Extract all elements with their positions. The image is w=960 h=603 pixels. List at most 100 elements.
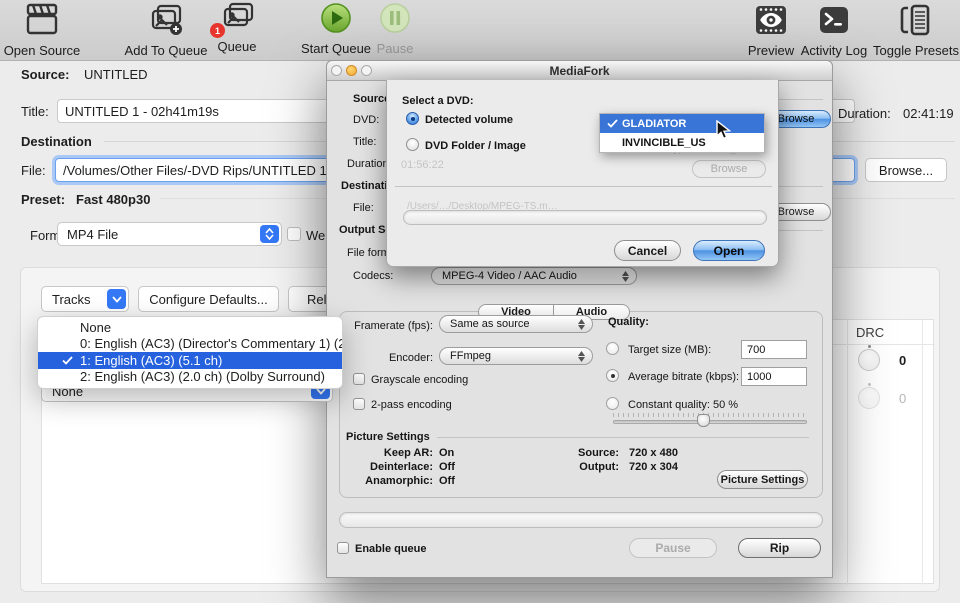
- drc-dial-2[interactable]: [858, 387, 880, 409]
- cancel-button[interactable]: Cancel: [614, 240, 681, 261]
- deinterlace-value: Off: [439, 461, 455, 473]
- drc-dial-1[interactable]: [858, 349, 880, 371]
- browse-button[interactable]: Browse...: [865, 158, 947, 182]
- quality-slider-ticks: [613, 413, 807, 417]
- queue-badge: 1: [210, 23, 225, 38]
- pause-icon: [379, 2, 411, 36]
- keep-ar-value: On: [439, 447, 454, 459]
- presets-panel-icon: [899, 4, 933, 38]
- main-duration-value: 02:41:19: [903, 106, 954, 121]
- start-queue-label: Start Queue: [300, 41, 372, 56]
- dvd-folder-radio[interactable]: [406, 138, 419, 151]
- tracks-menu-item[interactable]: 0: English (AC3) (Director's Commentary …: [38, 336, 342, 352]
- keep-ar-label: Keep AR:: [327, 447, 433, 459]
- dvd-menu-item-label: GLADIATOR: [622, 118, 686, 130]
- tracks-menu-item[interactable]: 2: English (AC3) (2.0 ch) (Dolby Surroun…: [38, 369, 342, 385]
- start-queue-button[interactable]: Start Queue: [300, 2, 372, 56]
- deinterlace-label: Deinterlace:: [327, 461, 433, 473]
- rip-progress-bar: [339, 512, 823, 528]
- sheet-browse-button: Browse: [692, 160, 766, 178]
- configure-defaults-button[interactable]: Configure Defaults...: [138, 286, 279, 312]
- dvd-menu-item[interactable]: INVINCIBLE_US: [600, 133, 764, 152]
- preset-label: Preset:: [21, 192, 65, 207]
- open-source-button[interactable]: Open Source: [2, 2, 82, 58]
- picture-settings-divider: [437, 437, 809, 438]
- target-size-label: Target size (MB):: [628, 344, 711, 356]
- dvd-folder-label: DVD Folder / Image: [425, 140, 526, 152]
- constant-quality-radio[interactable]: [606, 397, 619, 410]
- web-checkbox[interactable]: [287, 227, 301, 241]
- mouse-cursor: [716, 120, 731, 141]
- dlg-codecs-popup[interactable]: MPEG-4 Video / AAC Audio: [431, 267, 637, 285]
- quality-label: Quality:: [608, 316, 649, 328]
- tracks-menu-item[interactable]: None: [38, 320, 342, 336]
- framerate-popup[interactable]: Same as source: [439, 315, 593, 333]
- dlg-codecs-value: MPEG-4 Video / AAC Audio: [442, 270, 577, 282]
- constant-quality-label: Constant quality: 50 %: [628, 399, 738, 411]
- main-duration-label: Duration:: [838, 106, 891, 121]
- detected-volume-label: Detected volume: [425, 114, 513, 126]
- drc-value-1: 0: [899, 353, 906, 368]
- preview-button[interactable]: Preview: [743, 4, 799, 58]
- dlg-dvd-label: DVD:: [353, 114, 379, 126]
- preview-label: Preview: [743, 43, 799, 58]
- drc-dial-notch-2: [868, 383, 871, 386]
- preset-value: Fast 480p30: [76, 192, 150, 207]
- picture-settings-button[interactable]: Picture Settings: [717, 470, 808, 489]
- twopass-checkbox[interactable]: [353, 398, 365, 410]
- grayscale-label: Grayscale encoding: [371, 374, 468, 386]
- sheet-progress-bar: [403, 210, 767, 225]
- mediafork-dialog: MediaFork Source DVD: Browse Title: Dura…: [326, 60, 833, 578]
- twopass-label: 2-pass encoding: [371, 399, 452, 411]
- encoder-stepper-icon: [578, 348, 585, 364]
- grayscale-checkbox[interactable]: [353, 373, 365, 385]
- sheet-divider: [395, 186, 772, 187]
- tracks-menu: None 0: English (AC3) (Director's Commen…: [37, 316, 343, 389]
- quality-slider-thumb[interactable]: [697, 414, 710, 427]
- format-popup[interactable]: MP4 File: [57, 222, 282, 246]
- activity-log-button[interactable]: Activity Log: [800, 4, 868, 58]
- toolbar: Open Source Add To Queue 1 Queue Start Q…: [0, 0, 960, 61]
- target-size-radio[interactable]: [606, 342, 619, 355]
- queue-button[interactable]: 1 Queue: [213, 2, 261, 54]
- dialog-titlebar[interactable]: MediaFork: [327, 61, 832, 81]
- source-label: Source:: [21, 67, 69, 82]
- dlg-source-section: Source: [353, 93, 390, 105]
- encoder-value: FFmpeg: [450, 350, 491, 362]
- activity-log-label: Activity Log: [800, 43, 868, 58]
- framerate-value: Same as source: [450, 318, 529, 330]
- quality-slider-track[interactable]: [613, 420, 807, 424]
- preview-icon: [753, 4, 789, 38]
- checkmark-icon: [62, 356, 73, 365]
- average-bitrate-field[interactable]: 1000: [741, 367, 807, 386]
- detected-volume-radio[interactable]: [406, 112, 419, 125]
- add-to-queue-button[interactable]: Add To Queue: [120, 2, 212, 58]
- pause-button: Pause: [372, 2, 418, 56]
- screen: Open Source Add To Queue 1 Queue Start Q…: [0, 0, 960, 603]
- enable-queue-checkbox[interactable]: [337, 542, 349, 554]
- tracks-menu-item-selected[interactable]: 1: English (AC3) (5.1 ch): [38, 352, 342, 369]
- drc-dial-notch-1: [868, 345, 871, 348]
- dvd-menu-item-selected[interactable]: GLADIATOR: [600, 114, 764, 133]
- average-bitrate-radio[interactable]: [606, 369, 619, 382]
- destination-header: Destination: [21, 134, 92, 149]
- toggle-presets-label: Toggle Presets: [872, 43, 960, 58]
- source-dim-label: Source:: [537, 447, 619, 459]
- encoder-popup[interactable]: FFmpeg: [439, 347, 593, 365]
- format-value: MP4 File: [58, 227, 118, 242]
- table-column-divider-2: [922, 320, 923, 585]
- output-dim-label: Output:: [537, 461, 619, 473]
- file-label: File:: [21, 163, 46, 178]
- table-column-divider: [847, 320, 848, 585]
- toggle-presets-button[interactable]: Toggle Presets: [872, 4, 960, 58]
- checkmark-icon: [607, 119, 618, 128]
- tracks-popup-button[interactable]: Tracks: [41, 286, 129, 312]
- title-label: Title:: [21, 104, 49, 119]
- open-button[interactable]: Open: [693, 240, 765, 261]
- tracks-menu-item-label: 1: English (AC3) (5.1 ch): [80, 353, 222, 368]
- terminal-icon: [817, 4, 851, 38]
- source-dim-value: 720 x 480: [629, 447, 678, 459]
- dlg-file-label: File:: [353, 202, 374, 214]
- target-size-field[interactable]: 700: [741, 340, 807, 359]
- rip-button[interactable]: Rip: [738, 538, 821, 558]
